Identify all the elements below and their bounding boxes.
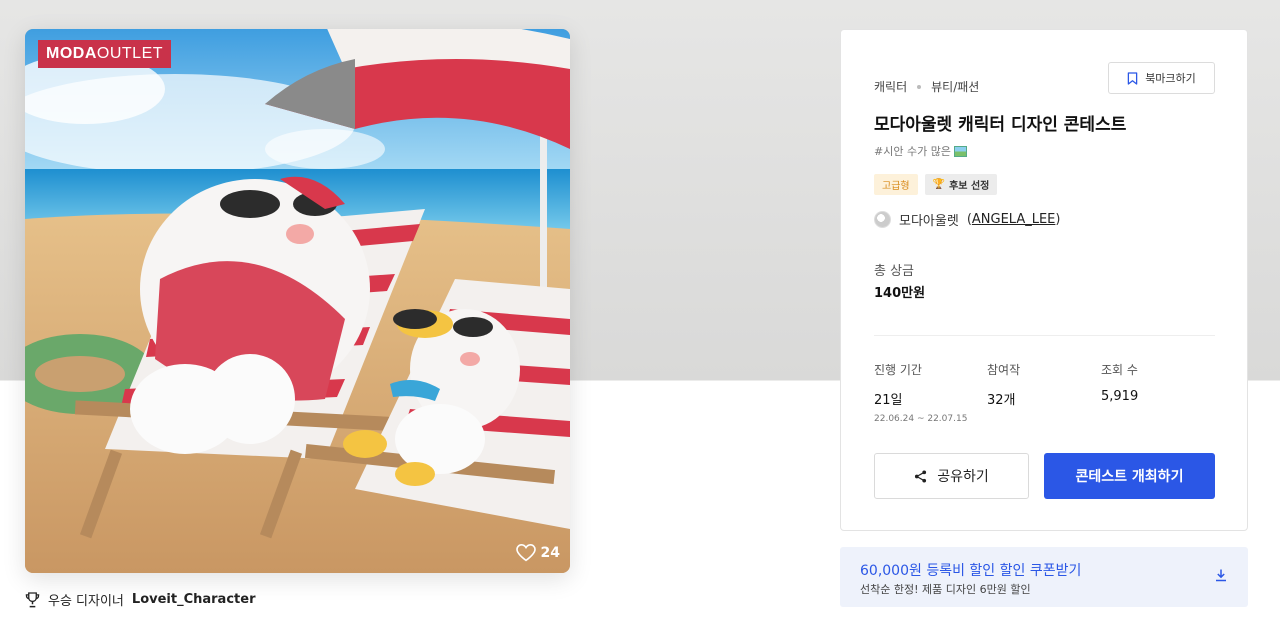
candidate-badge: 🏆 후보 선정	[924, 174, 998, 195]
stat-participants-label: 참여작	[987, 363, 1021, 377]
candidate-badge-label: 후보 선정	[949, 181, 990, 192]
winner-name-link[interactable]: Loveit_Character	[132, 592, 256, 607]
stat-participants-value: 32개	[987, 393, 1016, 408]
bookmark-button[interactable]: 북마크하기	[1108, 62, 1215, 94]
host-info: 모다아울렛 (ANGELA_LEE)	[874, 210, 1060, 229]
breadcrumb-separator	[917, 84, 922, 89]
stat-participants: 참여작 32개	[987, 361, 1020, 408]
premium-badge: 고급형	[874, 174, 918, 195]
share-label: 공유하기	[937, 469, 989, 485]
coupon-description: 선착순 한정! 제품 디자인 6만원 할인	[860, 583, 1031, 596]
logo-text-bold: MODA	[46, 45, 97, 62]
stat-views-label: 조회 수	[1101, 363, 1138, 377]
coupon-headline: 60,000원 등록비 할인 할인 쿠폰받기	[860, 563, 1082, 579]
divider	[874, 335, 1215, 336]
host-username-wrapper: (ANGELA_LEE)	[967, 212, 1061, 227]
stat-period: 진행 기간 21일 22.06.24 ~ 22.07.15	[874, 361, 967, 424]
download-icon[interactable]	[1214, 568, 1228, 582]
bookmark-label: 북마크하기	[1145, 72, 1196, 85]
logo-text-light: OUTLET	[96, 45, 164, 62]
share-button[interactable]: 공유하기	[874, 453, 1029, 499]
hashtag-text: #시안 수가 많은	[874, 145, 951, 158]
winner-prefix: 우승 디자이너	[48, 594, 124, 609]
like-count: 24	[540, 545, 560, 561]
contest-hero-image[interactable]: MODA OUTLET 24	[25, 29, 570, 573]
picture-icon	[953, 145, 967, 157]
trophy-emoji-icon: 🏆	[932, 179, 946, 190]
host-avatar	[874, 211, 891, 228]
stat-period-value: 21일	[874, 393, 903, 408]
share-icon	[915, 469, 927, 483]
stat-views: 조회 수 5,919	[1101, 361, 1138, 404]
contest-title: 모다아울렛 캐릭터 디자인 콘테스트	[874, 115, 1127, 135]
host-name: 모다아울렛	[899, 214, 959, 229]
like-button[interactable]: 24	[515, 544, 560, 562]
hashtag: #시안 수가 많은	[874, 143, 967, 159]
prize-label: 총 상금	[874, 264, 915, 279]
bookmark-icon	[1127, 71, 1138, 85]
close-paren: )	[1055, 212, 1061, 227]
winning-designer: 우승 디자이너 Loveit_Character	[25, 590, 255, 609]
stat-period-range: 22.06.24 ~ 22.07.15	[874, 414, 968, 424]
host-contest-button[interactable]: 콘테스트 개최하기	[1044, 453, 1215, 499]
breadcrumb-category[interactable]: 캐릭터	[874, 78, 907, 95]
prize-value: 140만원	[874, 286, 926, 301]
beach-illustration	[25, 29, 570, 573]
breadcrumb: 캐릭터 뷰티/패션	[874, 78, 979, 95]
contest-info-card: 캐릭터 뷰티/패션 북마크하기 모다아울렛 캐릭터 디자인 콘테스트 #시안 수…	[840, 29, 1248, 531]
breadcrumb-subcategory[interactable]: 뷰티/패션	[931, 78, 979, 95]
coupon-banner[interactable]: 60,000원 등록비 할인 할인 쿠폰받기 선착순 한정! 제품 디자인 6만…	[840, 547, 1248, 607]
trophy-icon	[25, 591, 40, 607]
host-username-link[interactable]: ANGELA_LEE	[972, 212, 1056, 227]
badge-group: 고급형 🏆 후보 선정	[874, 174, 998, 195]
stat-period-label: 진행 기간	[874, 363, 922, 377]
stat-views-value: 5,919	[1101, 389, 1139, 404]
heart-icon	[515, 544, 536, 562]
moda-outlet-logo: MODA OUTLET	[38, 40, 172, 68]
